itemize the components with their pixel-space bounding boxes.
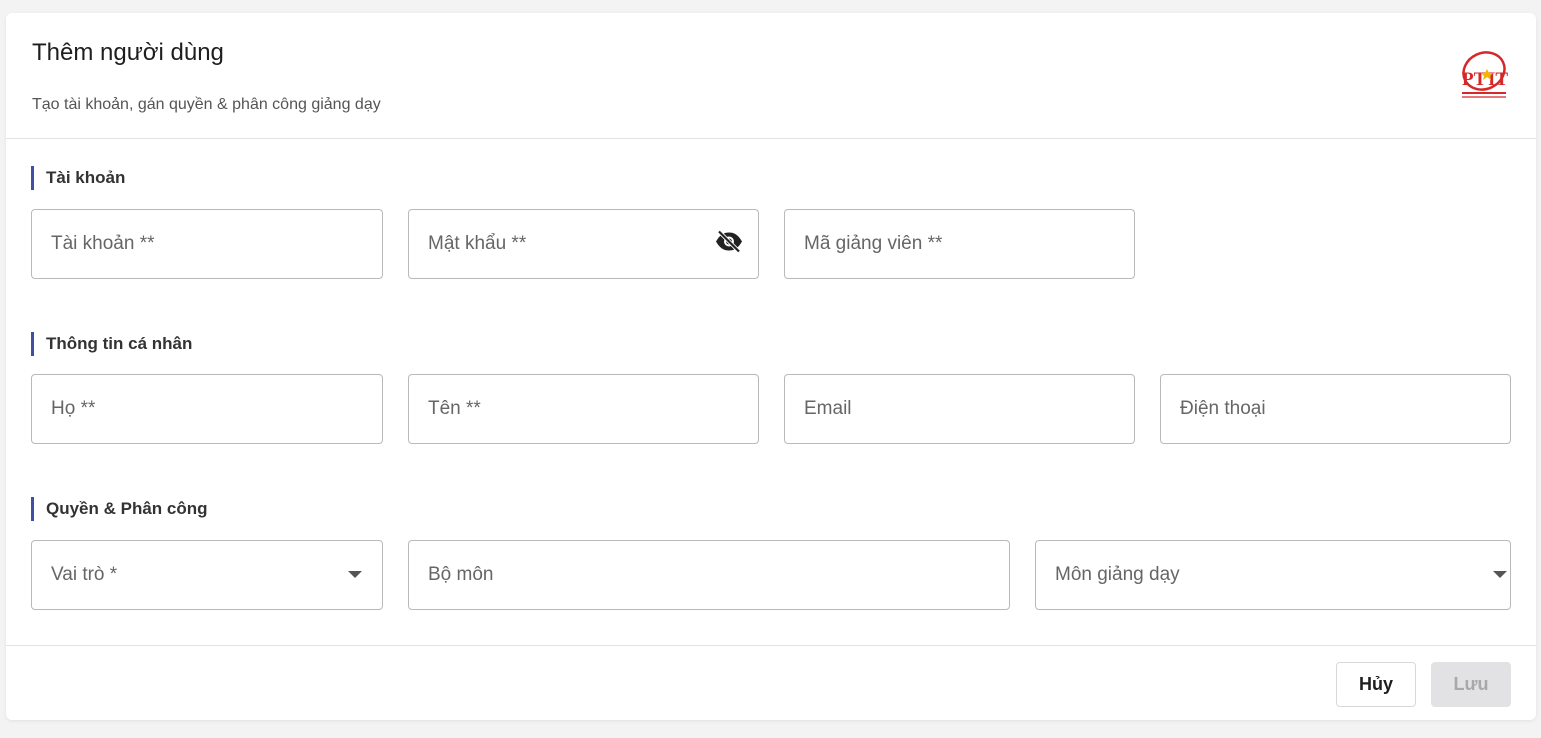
username-placeholder: Tài khoản ** xyxy=(51,233,155,254)
email-placeholder: Email xyxy=(804,398,852,419)
email-field[interactable]: Email xyxy=(784,374,1135,444)
first-name-placeholder: Tên ** xyxy=(428,398,481,419)
role-select[interactable]: Vai trò * xyxy=(31,540,383,610)
card-footer: Hủy Lưu xyxy=(6,645,1536,720)
caret-down-icon xyxy=(1493,566,1507,584)
last-name-placeholder: Họ ** xyxy=(51,398,96,419)
page-subtitle: Tạo tài khoản, gán quyền & phân công giả… xyxy=(32,96,381,113)
phone-field[interactable]: Điện thoại xyxy=(1160,374,1511,444)
eye-off-icon[interactable] xyxy=(714,230,744,259)
section-title-account: Tài khoản xyxy=(31,166,125,190)
page-title: Thêm người dùng xyxy=(32,39,224,66)
first-name-field[interactable]: Tên ** xyxy=(408,374,759,444)
role-placeholder: Vai trò * xyxy=(51,564,118,585)
password-field[interactable]: Mật khẩu ** xyxy=(408,209,759,279)
last-name-field[interactable]: Họ ** xyxy=(31,374,383,444)
username-field[interactable]: Tài khoản ** xyxy=(31,209,383,279)
add-user-card: Thêm người dùng Tạo tài khoản, gán quyền… xyxy=(6,13,1536,720)
caret-down-icon xyxy=(348,566,362,584)
section-title-personal: Thông tin cá nhân xyxy=(31,332,192,356)
ptit-logo: PT IT xyxy=(1458,47,1510,103)
teacher-code-placeholder: Mã giảng viên ** xyxy=(804,233,943,254)
password-placeholder: Mật khẩu ** xyxy=(428,233,527,254)
department-field[interactable]: Bộ môn xyxy=(408,540,1010,610)
section-title-roles: Quyền & Phân công xyxy=(31,497,208,521)
save-button[interactable]: Lưu xyxy=(1431,662,1511,707)
subjects-select[interactable]: Môn giảng dạy xyxy=(1035,540,1511,610)
phone-placeholder: Điện thoại xyxy=(1180,398,1266,419)
subjects-placeholder: Môn giảng dạy xyxy=(1055,564,1180,585)
svg-text:PT: PT xyxy=(1462,69,1487,90)
card-header: Thêm người dùng Tạo tài khoản, gán quyền… xyxy=(6,13,1536,139)
cancel-button[interactable]: Hủy xyxy=(1336,662,1416,707)
teacher-code-field[interactable]: Mã giảng viên ** xyxy=(784,209,1135,279)
svg-text:IT: IT xyxy=(1488,69,1508,90)
department-placeholder: Bộ môn xyxy=(428,564,494,585)
